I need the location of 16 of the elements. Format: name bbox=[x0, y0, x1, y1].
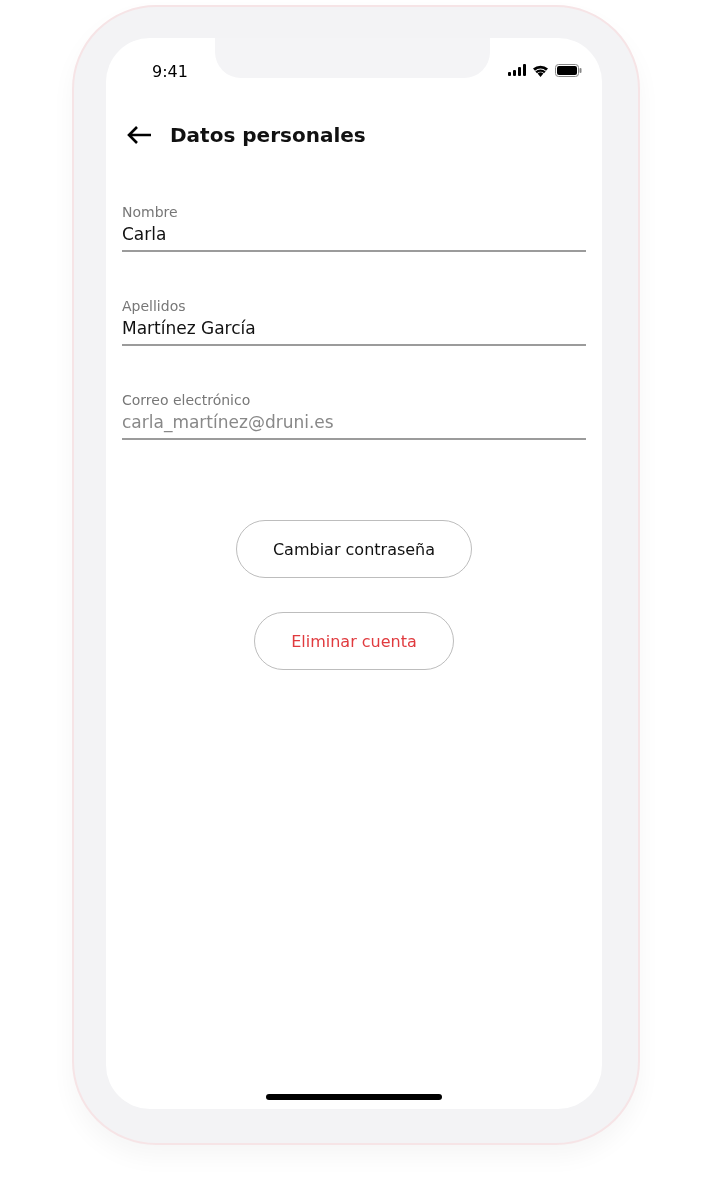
text-field[interactable]: Apellidos Martínez García bbox=[122, 298, 586, 346]
field-label: Nombre bbox=[122, 204, 179, 220]
field-label: Correo electrónico bbox=[122, 392, 252, 408]
wifi-icon bbox=[532, 63, 549, 77]
back-arrow-icon[interactable] bbox=[126, 125, 152, 145]
battery-icon bbox=[555, 63, 582, 77]
status-time: 9:41 bbox=[152, 61, 188, 81]
field-value: Carla bbox=[122, 224, 168, 244]
pill-button[interactable]: Eliminar cuenta bbox=[254, 612, 454, 670]
screen-title: Datos personales bbox=[170, 123, 366, 147]
signal-icon bbox=[508, 64, 526, 76]
field-label: Apellidos bbox=[122, 298, 187, 314]
field-value: carla_martínez@druni.es bbox=[122, 412, 335, 432]
field-value: Martínez García bbox=[122, 318, 257, 338]
pill-button[interactable]: Cambiar contraseña bbox=[235, 520, 473, 578]
text-field[interactable]: Nombre Carla bbox=[122, 204, 586, 252]
